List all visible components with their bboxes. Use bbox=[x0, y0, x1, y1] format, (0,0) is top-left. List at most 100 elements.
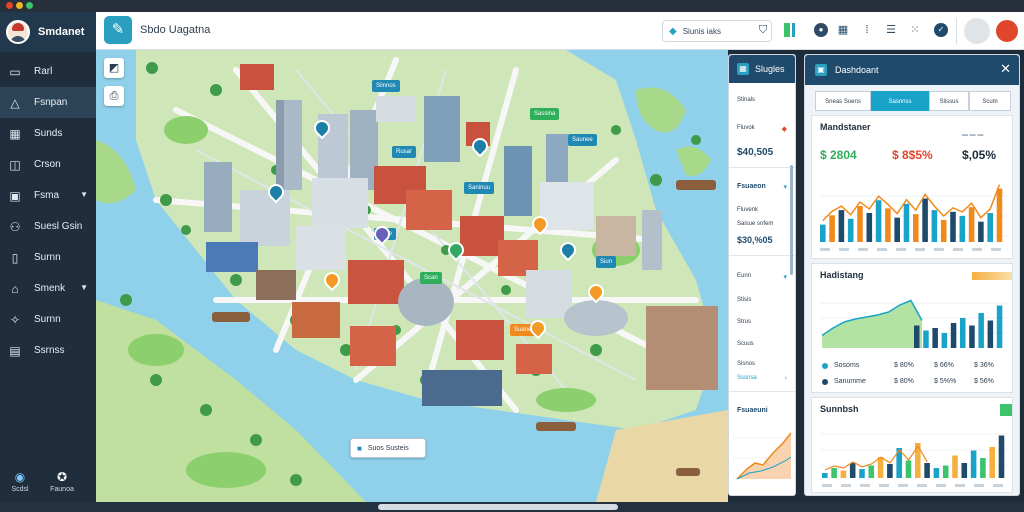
map-illustration bbox=[96, 50, 728, 502]
chevron-down-icon[interactable]: ▼ bbox=[80, 283, 88, 292]
grid-icon: ▦ bbox=[9, 126, 21, 141]
bar-mark bbox=[913, 214, 919, 242]
layers-row-label[interactable]: Stinals bbox=[737, 97, 755, 103]
monitor-icon: ▣ bbox=[9, 188, 21, 203]
layers-section-title[interactable]: Fsuaeon bbox=[737, 183, 766, 190]
tab-0[interactable]: Sneas Suens bbox=[815, 91, 871, 111]
header-divider bbox=[956, 18, 957, 44]
apps-icon[interactable]: ⁙ bbox=[908, 22, 922, 38]
layers-row-label[interactable]: Saisue snfem bbox=[737, 221, 773, 227]
layers-row-label[interactable]: Fluvenk bbox=[737, 207, 758, 213]
summary-card-title: Sunnbsh bbox=[820, 404, 859, 414]
close-dot-icon[interactable] bbox=[6, 2, 13, 9]
bar-mark bbox=[980, 458, 986, 478]
map-label[interactable]: Siinnos bbox=[372, 80, 400, 92]
sidebar-item-0[interactable]: ▭ Rarl bbox=[0, 56, 96, 87]
sidebar-item-3[interactable]: ◫ Crson bbox=[0, 149, 96, 180]
close-icon[interactable]: ✕ bbox=[1000, 62, 1011, 76]
sidebar-item-label: Surnn bbox=[34, 314, 61, 325]
map-label[interactable]: Saninuu bbox=[464, 182, 495, 194]
tab-3[interactable]: Scum bbox=[969, 91, 1011, 111]
map-callout[interactable]: ■ Suos Susteis bbox=[350, 438, 426, 458]
legend-swatch bbox=[1000, 404, 1012, 416]
map-label[interactable]: Rusar bbox=[392, 146, 417, 158]
bar-mark bbox=[932, 328, 938, 348]
settings-icon: ✪ bbox=[56, 470, 68, 484]
layers-section-title[interactable]: Fsuaeuni bbox=[737, 407, 768, 414]
chevron-down-icon[interactable]: ▼ bbox=[80, 190, 88, 199]
bar-mark bbox=[877, 457, 884, 478]
histogram-row-value: $ 56% bbox=[974, 378, 994, 385]
globe-icon[interactable]: ● bbox=[814, 23, 828, 37]
chevron-right-icon[interactable]: › bbox=[785, 375, 787, 382]
sidebar-item-2[interactable]: ▦ Sunds bbox=[0, 118, 96, 149]
layers-row-link[interactable]: Sssnsa bbox=[737, 375, 757, 381]
sidebar-footer-button-1[interactable]: ✪ Faunoa bbox=[42, 470, 82, 493]
layers-row-label[interactable]: Strus bbox=[737, 319, 751, 325]
bar-mark bbox=[970, 450, 977, 478]
layers-row-label[interactable]: Scuus bbox=[737, 341, 754, 347]
layers-panel-header[interactable]: ▦ Slugles bbox=[729, 55, 795, 83]
profile-avatar-icon[interactable] bbox=[964, 18, 990, 44]
map-tool-layers-button[interactable]: ◩ bbox=[104, 58, 124, 78]
sidebar-item-6[interactable]: ▯ Surnn bbox=[0, 242, 96, 273]
tab-2[interactable]: Slissus bbox=[929, 91, 969, 111]
sidebar-item-7[interactable]: ⌂ Smenk ▼ bbox=[0, 273, 96, 304]
sidebar-item-1[interactable]: △ Fsnpan bbox=[0, 87, 96, 118]
sidebar-brand[interactable]: Smdanet bbox=[0, 12, 96, 52]
sidebar-footer-button-0[interactable]: ◉ Scdsl bbox=[0, 470, 40, 493]
sidebar-item-9[interactable]: ▤ Ssrnss bbox=[0, 335, 96, 366]
app-logo-icon[interactable]: ✎ bbox=[104, 16, 132, 44]
bar-mark bbox=[989, 447, 995, 478]
menu-icon[interactable]: ☰ bbox=[884, 22, 898, 38]
bar-mark bbox=[941, 333, 948, 348]
chevron-down-icon[interactable]: ▾ bbox=[783, 183, 787, 191]
tick-mark bbox=[993, 484, 1003, 487]
map-tool-print-button[interactable]: ⎙ bbox=[104, 86, 124, 106]
grid-view-icon[interactable]: ⁞ bbox=[860, 22, 874, 38]
horizontal-scrollbar[interactable] bbox=[378, 504, 618, 510]
sidebar-item-4[interactable]: ▣ Fsma ▼ bbox=[0, 180, 96, 211]
map-label[interactable]: Saunee bbox=[568, 134, 597, 146]
notification-avatar-icon[interactable] bbox=[994, 18, 1020, 44]
sidebar-item-5[interactable]: ⚇ Suesl Gsin bbox=[0, 211, 96, 242]
shield-icon[interactable]: ⛉ bbox=[756, 22, 770, 38]
dashboard-header: ▣ Dashdoant ✕ bbox=[805, 55, 1019, 85]
maximize-dot-icon[interactable] bbox=[26, 2, 33, 9]
bar-mark bbox=[924, 463, 930, 478]
histogram-row-value: $ 66% bbox=[934, 362, 954, 369]
bar-mark bbox=[905, 460, 912, 478]
map-label[interactable]: Scan bbox=[420, 272, 442, 284]
map-callout-text: Suos Susteis bbox=[367, 444, 409, 452]
bar-mark bbox=[868, 465, 875, 478]
sidebar: Smdanet ▭ Rarl △ Fsnpan ▦ Sunds ◫ Crson ▣ Fsm… bbox=[0, 12, 96, 502]
bar-mark bbox=[942, 465, 949, 478]
document-icon: ▯ bbox=[11, 250, 19, 265]
layers-row-label[interactable]: Sisnos bbox=[737, 361, 755, 367]
user-avatar-icon[interactable] bbox=[6, 20, 30, 44]
bar-mark bbox=[961, 463, 968, 478]
tick-mark bbox=[839, 248, 849, 251]
bar-mark bbox=[914, 325, 920, 348]
bar-mark bbox=[952, 455, 958, 478]
layers-row-label[interactable]: Stisis bbox=[737, 297, 751, 303]
map-canvas[interactable]: ◩ ⎙ Siinnos Sassina Saunee Rusar Saninuu… bbox=[96, 50, 728, 502]
chevron-down-icon[interactable]: ▾ bbox=[783, 273, 787, 281]
histogram-area-chart bbox=[820, 299, 1008, 348]
sidebar-item-label: Ssrnss bbox=[34, 345, 65, 356]
layers-row-label[interactable]: Fluvok bbox=[737, 125, 755, 131]
sidebar-item-8[interactable]: ✧ Surnn bbox=[0, 304, 96, 335]
tools-icon: ✧ bbox=[9, 312, 21, 327]
histogram-card-title: Hadistang bbox=[820, 270, 864, 280]
map-label[interactable]: Sassina bbox=[530, 108, 560, 120]
lock-icon: ◫ bbox=[9, 157, 21, 172]
layers-row-label[interactable]: Eunn bbox=[737, 273, 751, 279]
location-icon: ■ bbox=[357, 443, 362, 453]
tab-1[interactable]: Sasnnss bbox=[871, 91, 929, 111]
check-icon[interactable]: ✓ bbox=[934, 23, 948, 37]
map-label[interactable]: Siun bbox=[596, 256, 617, 268]
layers-scrollbar[interactable] bbox=[790, 165, 793, 275]
minimize-dot-icon[interactable] bbox=[16, 2, 23, 9]
bar-mark bbox=[903, 203, 910, 242]
calendar-icon[interactable]: ▦ bbox=[836, 22, 850, 38]
